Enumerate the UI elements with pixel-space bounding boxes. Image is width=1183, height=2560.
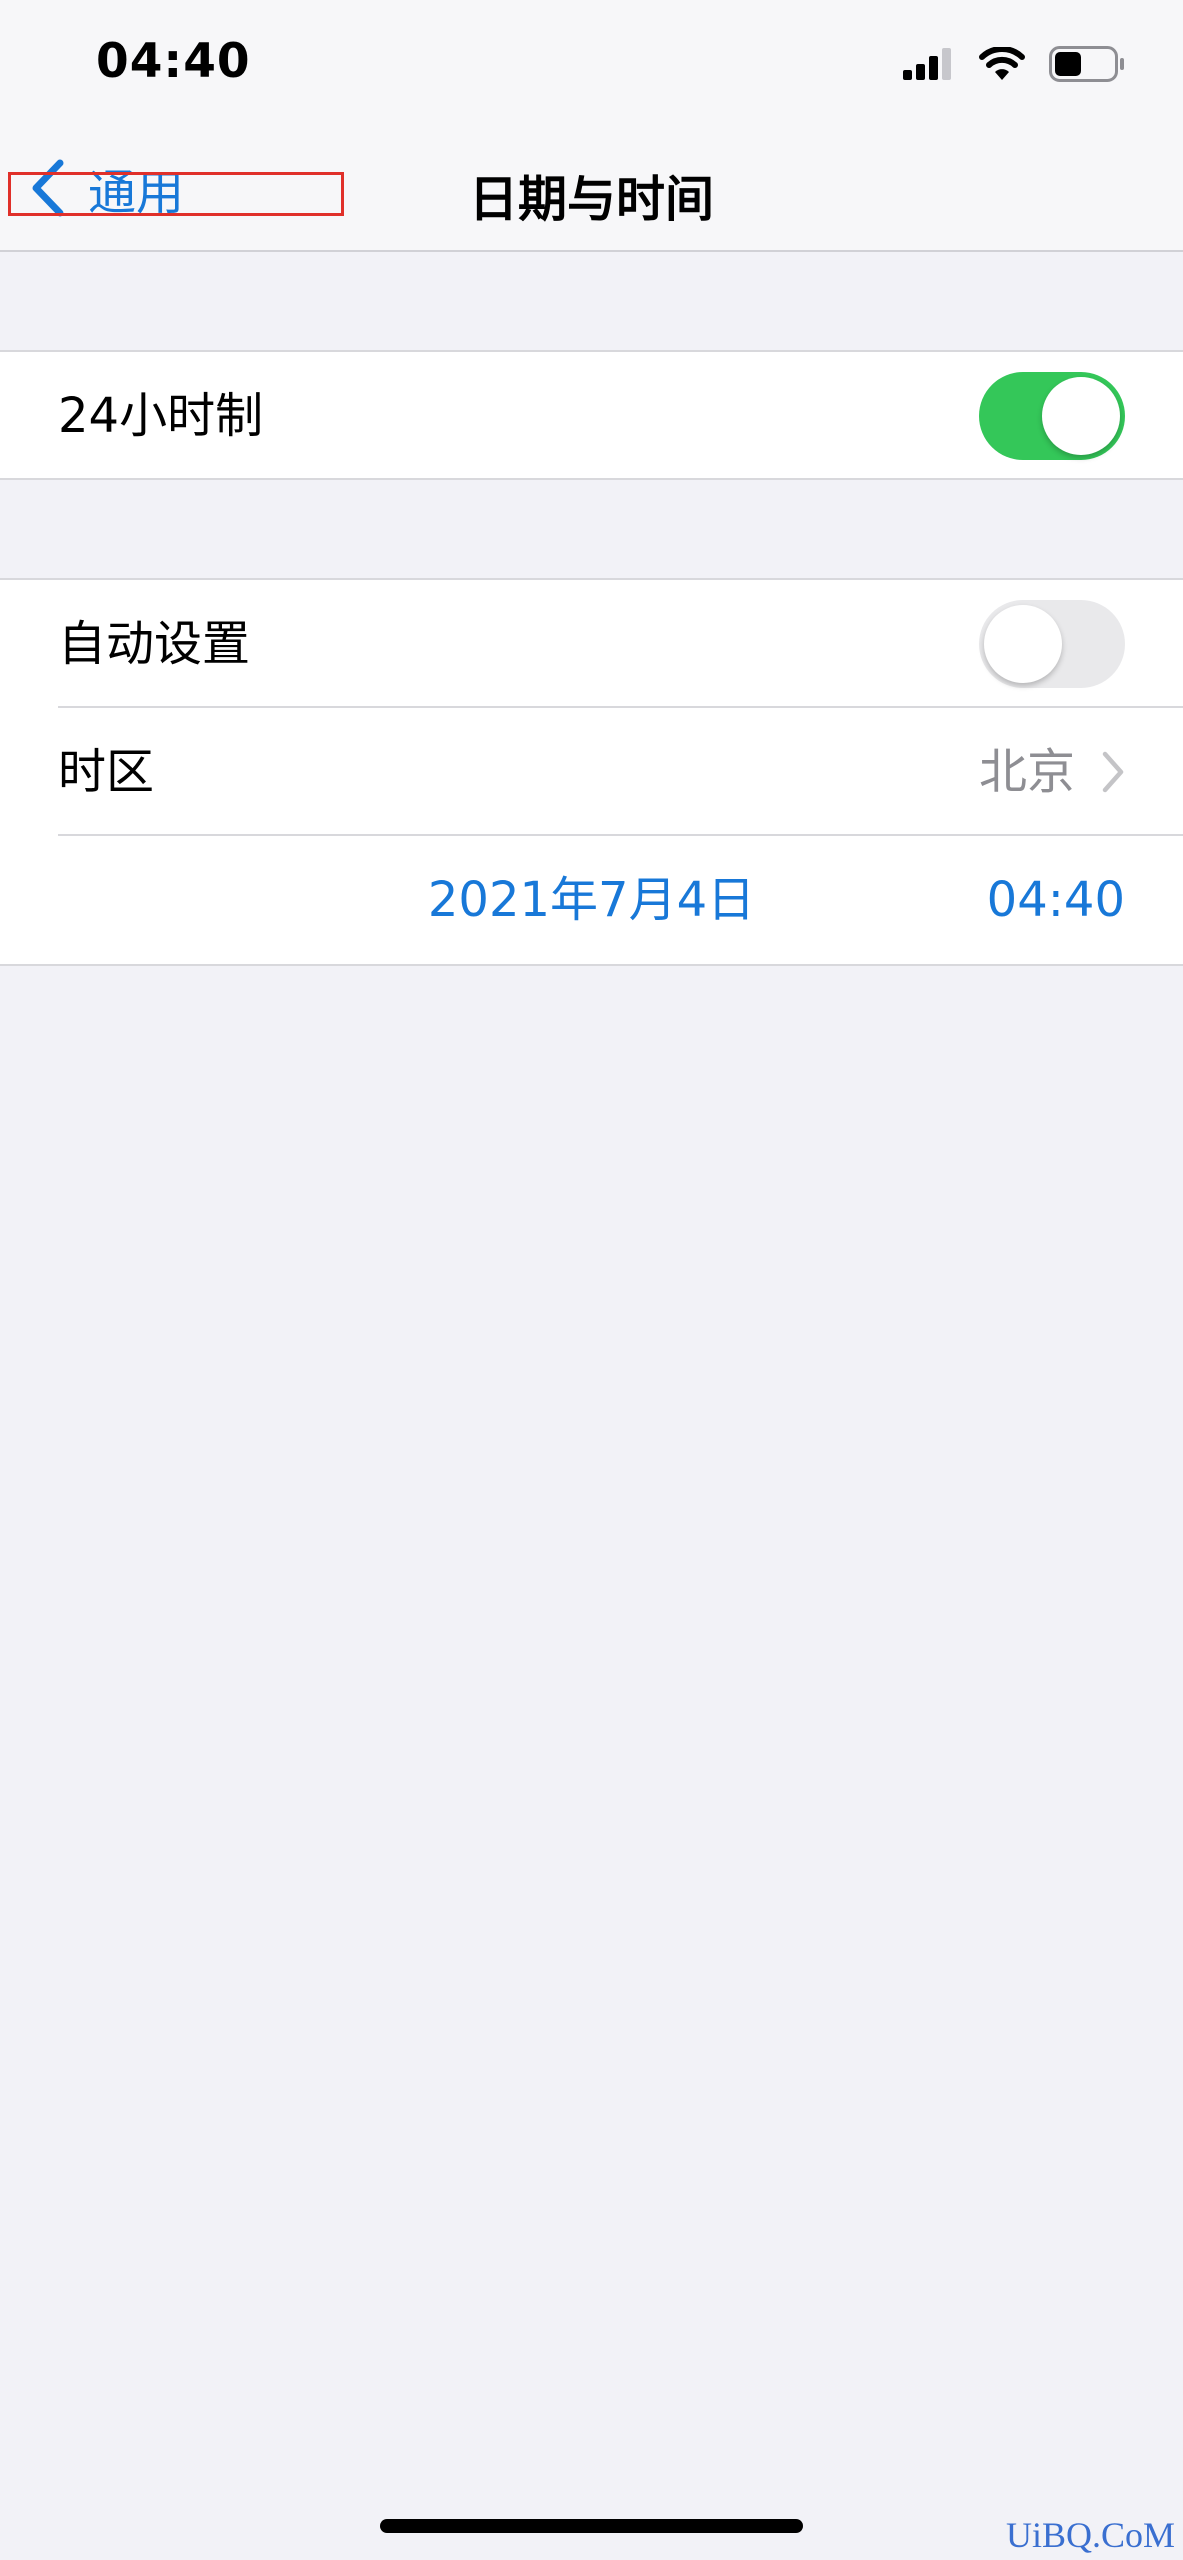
row-timezone-label: 时区 (58, 744, 155, 800)
toggle-auto-set[interactable] (979, 600, 1125, 688)
status-bar: 04:40 (0, 0, 1183, 120)
row-auto-set: 自动设置 (0, 580, 1183, 708)
timezone-value: 北京 (978, 744, 1075, 800)
status-time: 04:40 (96, 34, 251, 89)
watermark: UiBQ.CoM (1005, 2515, 1175, 2555)
chevron-right-icon (1102, 751, 1124, 793)
status-icons (903, 44, 1125, 84)
home-indicator[interactable] (380, 2519, 803, 2533)
page-title: 日期与时间 (468, 171, 714, 228)
toggle-knob (984, 605, 1062, 683)
signal-icon (903, 48, 951, 80)
wifi-icon (979, 47, 1025, 80)
row-24-hour-label: 24小时制 (58, 388, 264, 444)
time-value[interactable]: 04:40 (987, 836, 1125, 964)
toggle-knob (1042, 377, 1120, 455)
battery-icon (1049, 46, 1124, 82)
navigation-bar: 通用 日期与时间 (0, 120, 1183, 252)
row-timezone[interactable]: 时区 北京 (0, 708, 1183, 836)
settings-group-date-time: 自动设置 时区 北京 2021年7月4日 04:40 (0, 578, 1183, 966)
toggle-24-hour[interactable] (979, 372, 1125, 460)
row-date-time: 2021年7月4日 04:40 (0, 836, 1183, 964)
row-auto-set-label: 自动设置 (58, 616, 251, 672)
row-24-hour: 24小时制 (0, 352, 1183, 480)
settings-group-hour-format: 24小时制 (0, 350, 1183, 480)
